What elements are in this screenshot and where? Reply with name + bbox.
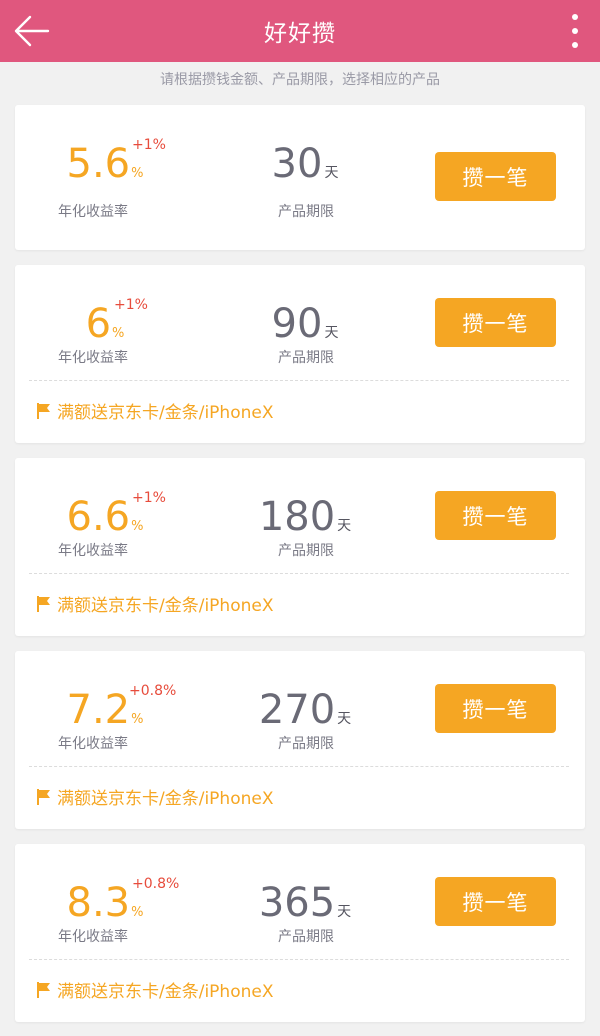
rate-label: 年化收益率 xyxy=(58,350,128,366)
divider xyxy=(29,380,569,381)
term-value: 365 天 xyxy=(258,880,352,926)
rate-value: 6% +1% xyxy=(85,297,148,347)
product-card: 7.2% +0.8% 年化收益率 270 天 产品期限 攒一笔 满额送京东卡/金条… xyxy=(15,651,585,829)
term-value: 270 天 xyxy=(258,687,352,733)
promo-banner[interactable]: 满额送京东卡/金条/iPhoneX xyxy=(37,398,273,423)
product-card: 5.6% +1% 年化收益率 30 天 产品期限 攒一笔 xyxy=(15,105,585,250)
product-card: 6.6% +1% 年化收益率 180 天 产品期限 攒一笔 满额送京东卡/金条/i… xyxy=(15,458,585,636)
rate-bonus: +0.8% xyxy=(132,876,180,892)
rate-value: 5.6% +1% xyxy=(66,137,166,187)
rate-bonus: +1% xyxy=(114,297,148,313)
product-card: 6% +1% 年化收益率 90 天 产品期限 攒一笔 满额送京东卡/金条/iPho… xyxy=(15,265,585,443)
app-header: 好好攒 xyxy=(0,0,600,62)
promo-banner[interactable]: 满额送京东卡/金条/iPhoneX xyxy=(37,591,273,616)
promo-text: 满额送京东卡/金条/iPhoneX xyxy=(57,403,274,423)
promo-text: 满额送京东卡/金条/iPhoneX xyxy=(57,982,274,1002)
term-label: 产品期限 xyxy=(278,929,334,945)
term-value: 30 天 xyxy=(271,141,339,187)
rate-label: 年化收益率 xyxy=(58,543,128,559)
product-card: 8.3% +0.8% 年化收益率 365 天 产品期限 攒一笔 满额送京东卡/金条… xyxy=(15,844,585,1022)
save-button[interactable]: 攒一笔 xyxy=(435,877,556,926)
term-label: 产品期限 xyxy=(278,350,334,366)
save-button[interactable]: 攒一笔 xyxy=(435,298,556,347)
promo-text: 满额送京东卡/金条/iPhoneX xyxy=(57,596,274,616)
back-arrow-icon[interactable] xyxy=(12,13,52,49)
divider xyxy=(29,573,569,574)
rate-label: 年化收益率 xyxy=(58,929,128,945)
save-button[interactable]: 攒一笔 xyxy=(435,684,556,733)
rate-value: 7.2% +0.8% xyxy=(66,683,177,733)
divider xyxy=(29,959,569,960)
rate-value: 6.6% +1% xyxy=(66,490,166,540)
promo-text: 满额送京东卡/金条/iPhoneX xyxy=(57,789,274,809)
save-button[interactable]: 攒一笔 xyxy=(435,491,556,540)
rate-value: 8.3% +0.8% xyxy=(66,876,180,926)
rate-label: 年化收益率 xyxy=(58,204,128,220)
rate-bonus: +1% xyxy=(132,490,166,506)
divider xyxy=(29,766,569,767)
rate-label: 年化收益率 xyxy=(58,736,128,752)
term-value: 180 天 xyxy=(258,494,352,540)
promo-banner[interactable]: 满额送京东卡/金条/iPhoneX xyxy=(37,784,273,809)
more-options-icon[interactable] xyxy=(570,14,580,48)
term-label: 产品期限 xyxy=(278,204,334,220)
flag-icon xyxy=(37,595,50,612)
term-label: 产品期限 xyxy=(278,543,334,559)
term-value: 90 天 xyxy=(271,301,339,347)
promo-banner[interactable]: 满额送京东卡/金条/iPhoneX xyxy=(37,977,273,1002)
flag-icon xyxy=(37,402,50,419)
flag-icon xyxy=(37,981,50,998)
save-button[interactable]: 攒一笔 xyxy=(435,152,556,201)
rate-bonus: +0.8% xyxy=(129,683,177,699)
term-label: 产品期限 xyxy=(278,736,334,752)
page-subtitle: 请根据攒钱金额、产品期限，选择相应的产品 xyxy=(160,72,440,88)
page-title: 好好攒 xyxy=(264,21,336,47)
flag-icon xyxy=(37,788,50,805)
rate-bonus: +1% xyxy=(132,137,166,153)
